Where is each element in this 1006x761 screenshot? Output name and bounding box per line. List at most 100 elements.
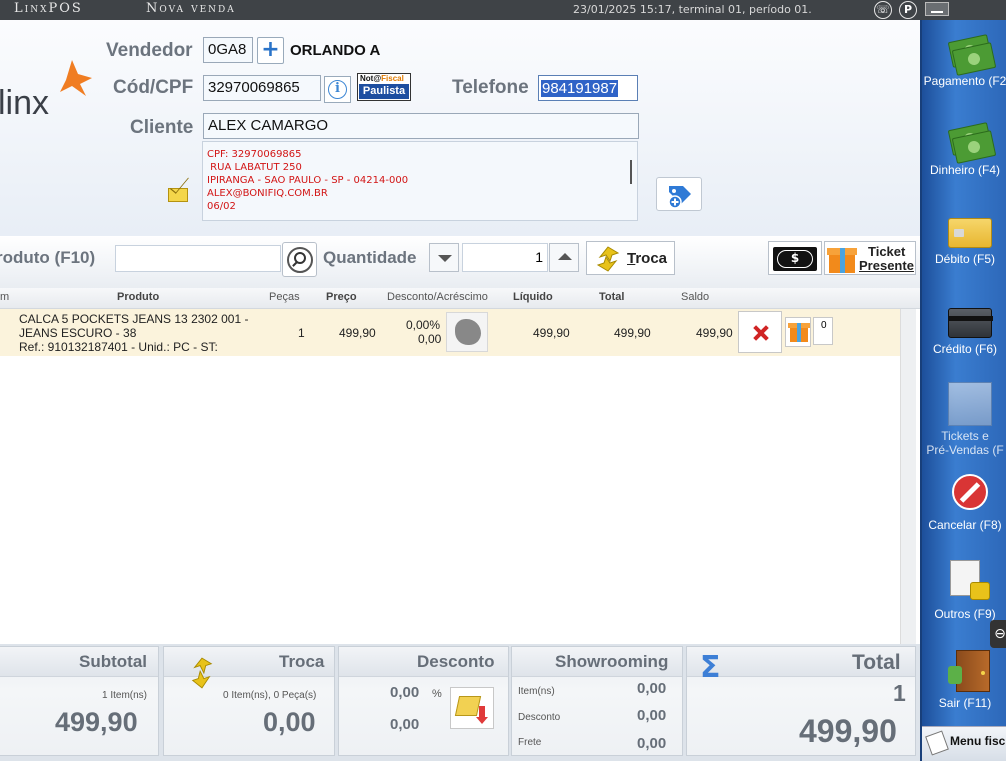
menu-fiscal-button[interactable]: Menu fisc bbox=[922, 726, 1006, 761]
add-vendedor-button[interactable]: + bbox=[257, 37, 284, 64]
exchange-arrows-icon bbox=[596, 246, 620, 272]
remove-item-button[interactable] bbox=[738, 311, 782, 353]
sidebar-item-outros[interactable]: Outros (F9) bbox=[920, 558, 1006, 623]
total-label: Total bbox=[852, 651, 901, 674]
row-preco: 499,90 bbox=[339, 326, 376, 340]
exchange-arrows-icon bbox=[191, 657, 213, 689]
col-saldo: Saldo bbox=[681, 291, 710, 303]
troca-button[interactable]: Troca bbox=[586, 241, 675, 275]
showrooming-frete-value: 0,00 bbox=[637, 735, 667, 752]
item-gift-count[interactable]: 0 bbox=[813, 317, 833, 345]
showrooming-item-label: Item(ns) bbox=[518, 686, 555, 697]
row-desc-line2: JEANS ESCURO - 38 bbox=[19, 326, 137, 340]
sidebar-item-tickets[interactable]: Tickets e Pré-Vendas (F bbox=[920, 380, 1006, 460]
credit-card-icon bbox=[948, 308, 993, 338]
sidebar-item-pagamento[interactable]: Pagamento (F2 bbox=[920, 30, 1006, 92]
vendedor-name: ORLANDO A bbox=[290, 42, 381, 59]
showrooming-desconto-value: 0,00 bbox=[637, 707, 667, 724]
col-total: Total bbox=[599, 291, 625, 303]
col-item: m bbox=[0, 291, 10, 303]
info-icon: i bbox=[328, 80, 347, 99]
showrooming-label: Showrooming bbox=[555, 652, 669, 671]
row-liquido: 499,90 bbox=[533, 326, 570, 340]
desconto-pct: 0,00 bbox=[390, 684, 420, 701]
cpf-label: Cód/CPF bbox=[113, 77, 194, 98]
row-desconto-val: 0,00 bbox=[418, 332, 442, 346]
debit-card-icon bbox=[948, 218, 992, 248]
cpf-input[interactable]: 32970069865 bbox=[203, 75, 321, 101]
produto-label: roduto (F10) bbox=[0, 248, 96, 267]
row-saldo: 499,90 bbox=[696, 326, 733, 340]
desconto-value: 0,00 bbox=[390, 716, 420, 733]
cliente-input[interactable]: ALEX CAMARGO bbox=[203, 113, 639, 139]
sigma-icon: Σ bbox=[700, 650, 721, 685]
cash-button[interactable]: $ bbox=[768, 241, 822, 275]
troca-items: 0 Item(ns), 0 Peça(s) bbox=[223, 690, 317, 701]
details-scrollbar[interactable] bbox=[630, 160, 632, 184]
logo-text: linx bbox=[0, 84, 49, 120]
subtotal-label: Subtotal bbox=[79, 652, 147, 671]
desconto-label: Desconto bbox=[417, 652, 495, 671]
nota-fiscal-paulista-logo[interactable]: Not@Fiscal Paulista bbox=[357, 73, 411, 101]
collapse-sidebar-button[interactable]: ⊖ bbox=[990, 620, 1006, 648]
printer-icon bbox=[925, 730, 949, 756]
p-icon[interactable]: P bbox=[899, 1, 917, 19]
troca-total-label: Troca bbox=[279, 652, 325, 671]
address-line: 06/02 bbox=[207, 201, 236, 212]
tag-icon bbox=[668, 186, 691, 209]
cash-bill-icon: $ bbox=[773, 247, 817, 271]
row-ref: Ref.: 910132187401 - Unid.: PC - ST: bbox=[19, 340, 218, 354]
quantidade-label: Quantidade bbox=[323, 248, 417, 267]
apply-discount-button[interactable] bbox=[450, 687, 494, 729]
cancel-icon bbox=[952, 474, 988, 510]
search-product-button[interactable] bbox=[282, 242, 317, 277]
produto-input[interactable] bbox=[115, 245, 281, 272]
envelope-icon[interactable] bbox=[168, 188, 188, 202]
address-line: RUA LABATUT 250 bbox=[207, 162, 302, 173]
desconto-pct-sign: % bbox=[432, 688, 442, 700]
quantity-input[interactable]: 1 bbox=[462, 243, 548, 272]
sidebar-item-credito[interactable]: Crédito (F6) bbox=[920, 304, 1006, 366]
telefone-input[interactable]: 984191987 bbox=[538, 75, 638, 101]
vendedor-code-input[interactable]: 0GA8 bbox=[203, 37, 253, 63]
session-info: 23/01/2025 15:17, terminal 01, período 0… bbox=[573, 3, 812, 16]
grid-scrollbar[interactable] bbox=[900, 309, 916, 644]
pos-window: LinxPOS Nova venda 23/01/2025 15:17, ter… bbox=[0, 0, 1006, 761]
showrooming-item-value: 0,00 bbox=[637, 680, 667, 697]
col-preco: Preço bbox=[326, 291, 357, 303]
quantity-decrease-button[interactable] bbox=[429, 243, 459, 272]
address-line: ALEX@BONIFIQ.COM.BR bbox=[207, 188, 328, 199]
customer-tag-button[interactable] bbox=[656, 177, 702, 211]
subtotal-value: 499,90 bbox=[55, 707, 138, 737]
sidebar-item-debito[interactable]: Débito (F5) bbox=[920, 214, 1006, 276]
total-count: 1 bbox=[893, 680, 906, 706]
showrooming-frete-label: Frete bbox=[518, 737, 542, 748]
app-name: LinxPOS bbox=[14, 1, 83, 16]
product-image-placeholder[interactable] bbox=[446, 312, 488, 352]
cliente-label: Cliente bbox=[130, 117, 194, 138]
customer-info-button[interactable]: i bbox=[324, 76, 351, 103]
vendedor-label: Vendedor bbox=[106, 40, 193, 61]
col-liquido: Líquido bbox=[513, 291, 553, 303]
col-pecas: Peças bbox=[269, 291, 300, 303]
sidebar-item-sair[interactable]: Sair (F11) bbox=[920, 648, 1006, 714]
linx-logo: linx bbox=[0, 60, 92, 120]
sidebar-item-cancelar[interactable]: Cancelar (F8) bbox=[920, 470, 1006, 535]
quantity-increase-button[interactable] bbox=[549, 243, 579, 272]
title-bar: LinxPOS Nova venda 23/01/2025 15:17, ter… bbox=[0, 0, 1006, 20]
ticket-presente-button[interactable]: Ticket Presente bbox=[824, 241, 916, 275]
customer-details-box: CPF: 32970069865 RUA LABATUT 250 IPIRANG… bbox=[202, 141, 638, 221]
minimize-button[interactable] bbox=[925, 2, 949, 16]
subtotal-items: 1 Item(ns) bbox=[102, 690, 148, 701]
discount-coupon-icon bbox=[454, 696, 482, 716]
sidebar-item-dinheiro[interactable]: Dinheiro (F4) bbox=[920, 120, 1006, 182]
row-total: 499,90 bbox=[614, 326, 651, 340]
address-line: IPIRANGA - SAO PAULO - SP - 04214-000 bbox=[207, 175, 409, 186]
total-value: 499,90 bbox=[799, 713, 897, 749]
row-pecas: 1 bbox=[298, 326, 305, 340]
showrooming-desconto-label: Desconto bbox=[518, 712, 561, 723]
screen-title: Nova venda bbox=[146, 1, 236, 16]
support-icon[interactable]: ☏ bbox=[874, 1, 892, 19]
row-desc-line1: CALCA 5 POCKETS JEANS 13 2302 001 - bbox=[19, 312, 249, 326]
item-gift-button[interactable] bbox=[785, 317, 811, 347]
